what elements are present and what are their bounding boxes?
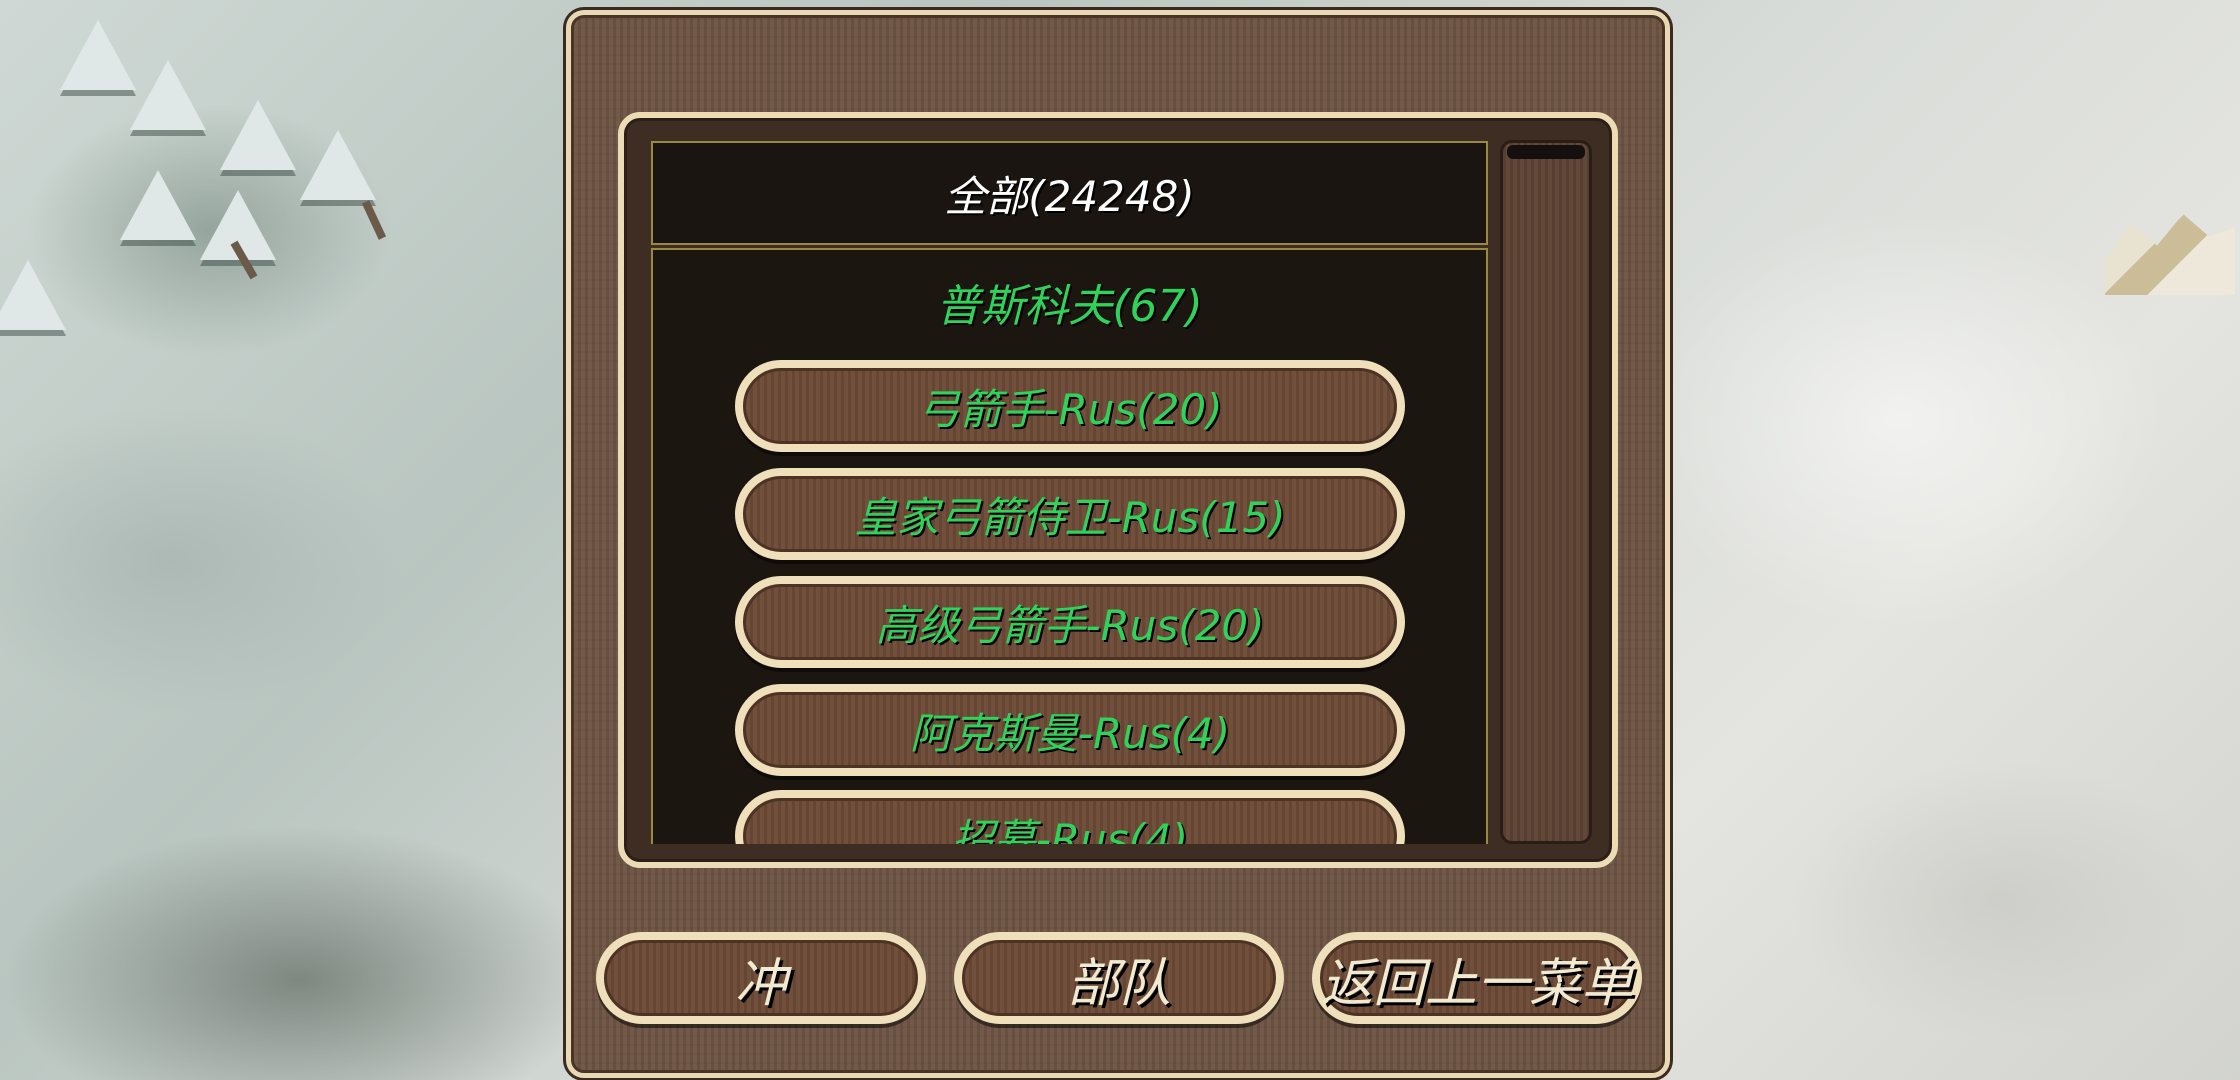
unit-list[interactable]: 普斯科夫(67) 弓箭手-Rus(20) 皇家弓箭侍卫-Rus(15) 高级弓箭… [651, 248, 1488, 844]
unit-item-recruit[interactable]: 招募-Rus(4) [735, 790, 1405, 844]
list-scrollbar[interactable] [1500, 140, 1592, 844]
unit-item-archer[interactable]: 弓箭手-Rus(20) [735, 360, 1405, 452]
unit-item-royal-archer-guard[interactable]: 皇家弓箭侍卫-Rus(15) [735, 468, 1405, 560]
unit-item-label: 皇家弓箭侍卫-Rus(15) [854, 492, 1286, 542]
snowy-tree [300, 130, 376, 200]
distant-village [2105, 214, 2235, 295]
unit-item-label: 阿克斯曼-Rus(4) [909, 708, 1231, 758]
snowy-tree [60, 20, 136, 90]
snowy-tree [0, 260, 66, 330]
all-units-header[interactable]: 全部(24248) [651, 141, 1488, 245]
snowy-tree [120, 170, 196, 240]
back-button-label: 返回上一菜单 [1320, 953, 1633, 1014]
all-units-label: 全部(24248) [944, 171, 1195, 221]
snowy-tree [130, 60, 206, 130]
unit-item-label: 弓箭手-Rus(20) [917, 384, 1223, 434]
tree-trunk [361, 200, 387, 240]
group-title[interactable]: 普斯科夫(67) [653, 270, 1486, 334]
unit-item-label: 招募-Rus(4) [951, 814, 1189, 845]
unit-item-axeman[interactable]: 阿克斯曼-Rus(4) [735, 684, 1405, 776]
troops-button[interactable]: 部队 [954, 932, 1284, 1024]
back-to-previous-menu-button[interactable]: 返回上一菜单 [1312, 932, 1642, 1024]
charge-button-label: 冲 [734, 953, 787, 1014]
scrollbar-thumb[interactable] [1507, 145, 1585, 159]
troops-button-label: 部队 [1066, 953, 1171, 1014]
unit-item-senior-archer[interactable]: 高级弓箭手-Rus(20) [735, 576, 1405, 668]
unit-item-label: 高级弓箭手-Rus(20) [875, 600, 1265, 650]
snowy-tree [220, 100, 296, 170]
charge-button[interactable]: 冲 [596, 932, 926, 1024]
